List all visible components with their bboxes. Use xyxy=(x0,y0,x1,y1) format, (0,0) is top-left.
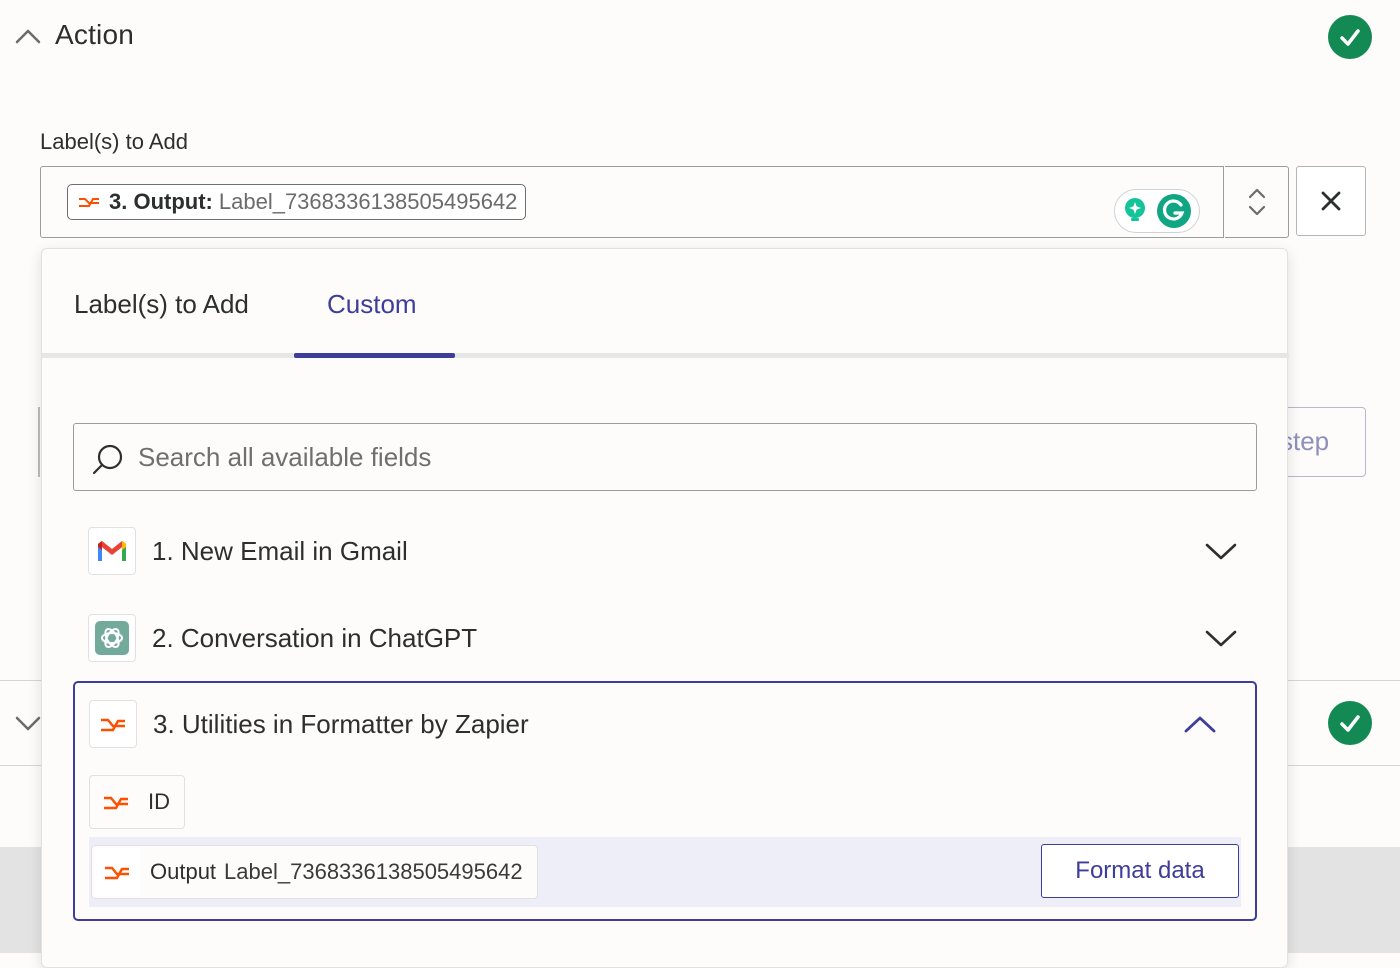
app-title: 2. Conversation in ChatGPT xyxy=(152,623,478,653)
lightbulb-icon xyxy=(1125,198,1145,221)
tab-divider xyxy=(42,353,1289,358)
field-option-row[interactable]: Output Label_7368336138505495642 Format … xyxy=(89,837,1241,907)
tab-custom[interactable]: Custom xyxy=(327,289,417,320)
formatter-icon xyxy=(79,198,99,207)
grammarly-icon xyxy=(1157,194,1191,228)
chevron-up-icon[interactable] xyxy=(14,24,42,48)
token-step: 3. Output: xyxy=(109,189,213,214)
app-title: 3. Utilities in Formatter by Zapier xyxy=(153,709,529,739)
chatgpt-icon xyxy=(88,614,136,662)
chevron-up-icon[interactable] xyxy=(1183,712,1217,736)
expand-options-button[interactable] xyxy=(1225,166,1289,238)
format-data-button[interactable]: Format data xyxy=(1041,844,1239,898)
field-option-value: Label_7368336138505495642 xyxy=(224,859,523,884)
chevron-down-icon[interactable] xyxy=(14,712,42,736)
field-option-id[interactable]: ID xyxy=(89,775,185,829)
chevron-updown-icon xyxy=(1248,188,1265,216)
token-value: Label_7368336138505495642 xyxy=(218,189,518,214)
search-icon xyxy=(92,444,123,475)
section-title: Action xyxy=(55,19,135,50)
chevron-down-icon[interactable] xyxy=(1204,626,1238,650)
grammarly-widget[interactable] xyxy=(1114,189,1200,233)
field-label: Label(s) to Add xyxy=(40,129,188,154)
clear-button[interactable] xyxy=(1296,166,1366,236)
check-icon xyxy=(1328,15,1372,59)
field-picker-dropdown: Label(s) to Add Custom Search all availa… xyxy=(41,248,1289,968)
gmail-icon xyxy=(88,527,136,575)
search-input[interactable]: Search all available fields xyxy=(73,423,1257,491)
field-option-label: ID xyxy=(148,789,170,814)
app-title: 1. New Email in Gmail xyxy=(152,536,408,566)
check-icon xyxy=(1328,701,1372,745)
close-icon xyxy=(1321,191,1341,211)
formatter-icon xyxy=(94,848,140,896)
field-option-output[interactable]: Output Label_7368336138505495642 xyxy=(91,845,538,899)
app-row-chatgpt[interactable]: 2. Conversation in ChatGPT xyxy=(88,610,1238,666)
labels-input[interactable]: 3. Output: Label_7368336138505495642 xyxy=(40,166,1224,238)
formatter-icon xyxy=(89,700,137,748)
app-row-formatter[interactable]: 3. Utilities in Formatter by Zapier xyxy=(89,696,1217,752)
mapped-token[interactable]: 3. Output: Label_7368336138505495642 xyxy=(67,184,527,220)
app-panel-formatter: 3. Utilities in Formatter by Zapier ID O… xyxy=(73,681,1257,921)
app-row-gmail[interactable]: 1. New Email in Gmail xyxy=(88,523,1238,579)
background-rule xyxy=(38,407,40,477)
field-option-label: Output xyxy=(150,859,217,884)
active-tab-indicator xyxy=(294,353,455,358)
tab-labels-to-add[interactable]: Label(s) to Add xyxy=(74,289,249,320)
search-placeholder: Search all available fields xyxy=(138,442,432,472)
formatter-icon xyxy=(104,796,128,810)
chevron-down-icon[interactable] xyxy=(1204,539,1238,563)
